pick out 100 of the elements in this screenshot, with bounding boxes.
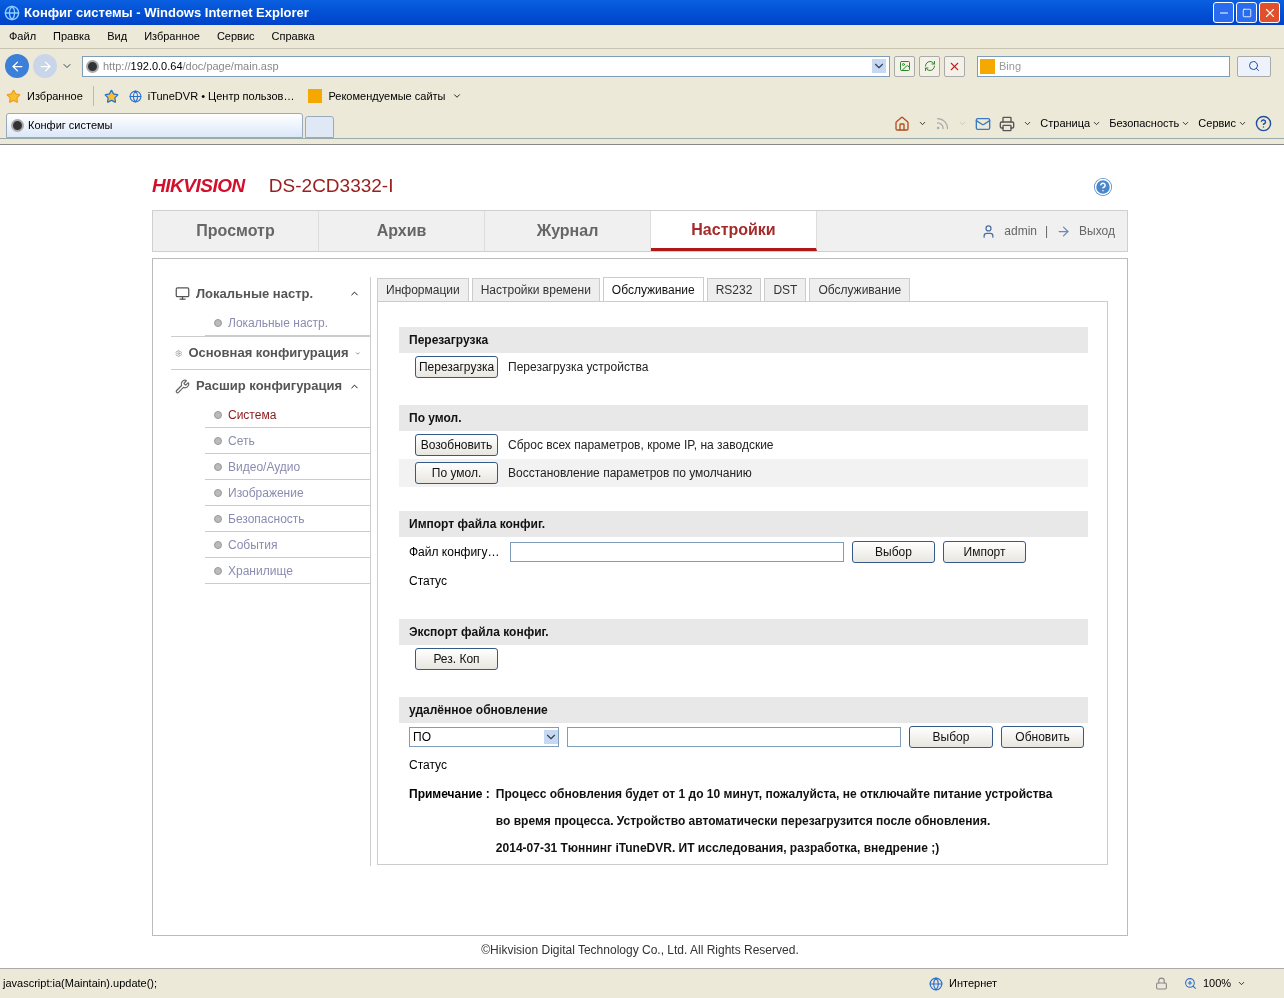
back-arrow-icon — [9, 58, 25, 74]
copyright-text: ©Hikvision Digital Technology Co., Ltd. All Rights Reserved. — [481, 942, 799, 959]
form-button[interactable]: Импорт — [943, 541, 1026, 563]
menu-item[interactable]: Справка — [271, 28, 315, 45]
refresh-icon — [923, 60, 936, 72]
nav-tab[interactable]: Просмотр — [153, 211, 319, 251]
note-text: 2014-07-31 Тюннинг iTuneDVR. ИТ исследования, разработка, внедрение ;) — [495, 840, 941, 857]
sidebar-group[interactable]: Расшир конфигурация — [171, 369, 370, 402]
globe-icon — [929, 976, 943, 991]
page-icon — [898, 60, 911, 72]
form-button[interactable]: Возобновить — [415, 434, 498, 456]
close-button[interactable] — [1259, 2, 1280, 23]
search-icon — [1248, 60, 1260, 72]
forward-arrow-icon — [37, 58, 53, 74]
section-header: По умол. — [399, 405, 1088, 431]
form-button[interactable]: Выбор — [909, 726, 993, 748]
caret-icon — [1023, 119, 1033, 128]
form-button[interactable]: Рез. Коп — [415, 648, 498, 670]
nav-tab[interactable]: Архив — [319, 211, 485, 251]
feed-icon[interactable] — [935, 116, 951, 131]
note-label: Примечание : — [409, 786, 490, 802]
menu-item[interactable]: Избранное — [144, 28, 200, 45]
caret-icon — [918, 119, 928, 128]
settings-tab[interactable]: DST — [764, 278, 807, 302]
section-header: Импорт файла конфиг. — [399, 511, 1088, 537]
sidebar-group[interactable]: Локальные настр. — [171, 277, 370, 310]
stop-button[interactable] — [944, 55, 965, 77]
settings-tab[interactable]: Информации — [377, 278, 469, 302]
add-favorite-icon[interactable] — [103, 88, 119, 104]
home-icon[interactable] — [894, 115, 911, 132]
status-text: javascript:ia(Maintain).update(); — [3, 976, 159, 992]
file-path-field[interactable] — [567, 727, 901, 747]
logout-arrow-icon[interactable] — [1056, 223, 1072, 239]
wrench-icon — [175, 378, 190, 394]
description-text: Перезагрузка устройства — [508, 359, 649, 376]
settings-tab[interactable]: Обслуживание — [602, 277, 704, 302]
type-select[interactable]: ПО — [409, 727, 559, 747]
window-title: Конфиг системы - Windows Internet Explorer — [24, 3, 309, 22]
note-text: Процесс обновления будет от 1 до 10 минут, пожалуйста, не отключайте питание устройства — [495, 786, 1053, 803]
restore-button[interactable] — [1236, 2, 1257, 23]
favorite-link[interactable]: iTuneDVR • Центр пользов… — [147, 87, 295, 105]
caret-icon — [1181, 119, 1191, 128]
model-name: DS-2CD3332-I — [268, 174, 394, 199]
caret-icon — [1238, 119, 1247, 128]
favorite-link[interactable]: Рекомендуемые сайты — [328, 87, 446, 105]
mail-icon[interactable] — [975, 115, 992, 132]
user-icon — [981, 223, 997, 239]
sidebar-item[interactable]: Система — [205, 402, 370, 428]
menu-item[interactable]: Правка — [53, 28, 91, 45]
zoom-icon — [1184, 977, 1197, 990]
brand-logo: HIKVISION — [152, 174, 245, 199]
zone-text: Интернет — [949, 976, 998, 992]
printer-icon[interactable] — [999, 115, 1016, 132]
menu-item[interactable]: Вид — [107, 28, 128, 45]
new-tab-button[interactable] — [305, 116, 334, 138]
menu-item[interactable]: Сервис — [216, 28, 255, 45]
form-button[interactable]: Перезагрузка — [415, 356, 498, 378]
form-button[interactable]: Выбор — [852, 541, 935, 563]
search-button[interactable] — [1237, 55, 1271, 77]
ie-page-icon — [128, 89, 142, 103]
browser-tab[interactable]: Конфиг системы — [6, 113, 303, 138]
minimize-button[interactable] — [1213, 2, 1234, 23]
camera-site-icon — [86, 59, 99, 73]
protected-mode-icon[interactable] — [1155, 977, 1168, 990]
help-icon[interactable] — [1255, 115, 1272, 132]
form-button[interactable]: Обновить — [1001, 726, 1084, 748]
command-menu[interactable]: Страница — [1040, 115, 1091, 132]
restore-icon — [1241, 7, 1252, 18]
back-button[interactable] — [5, 54, 29, 78]
bing-logo-icon — [308, 89, 323, 103]
caret-icon — [451, 91, 462, 101]
command-menu[interactable]: Безопасность — [1109, 115, 1180, 132]
menu-item[interactable]: Файл — [9, 28, 37, 45]
favorites-button[interactable]: Избранное — [27, 87, 83, 105]
form-button[interactable]: По умол. — [415, 462, 498, 484]
caret-icon — [1092, 119, 1102, 128]
status-label: Статус — [409, 757, 447, 774]
star-icon — [6, 88, 21, 104]
description-text: Сброс всех параметров, кроме IP, на заводские — [508, 437, 774, 454]
zoom-level[interactable]: 100% — [1203, 975, 1232, 992]
refresh-button[interactable] — [919, 55, 940, 77]
section-header: удалённое обновление — [399, 697, 1088, 723]
settings-tab[interactable]: Настройки времени — [471, 278, 600, 302]
logout-link[interactable]: Выход — [1079, 222, 1115, 240]
address-dropdown-icon[interactable] — [872, 59, 886, 73]
username: admin — [1004, 223, 1037, 240]
url-text: http://192.0.0.64/doc/page/main.asp — [103, 58, 279, 74]
settings-tab[interactable]: RS232 — [706, 278, 762, 302]
nav-tab[interactable]: Настройки — [651, 211, 817, 251]
address-field[interactable]: http://192.0.0.64/doc/page/main.asp — [82, 55, 890, 77]
settings-tab[interactable]: Обслуживание — [809, 278, 911, 302]
sidebar-group[interactable]: Основная конфигурация — [171, 336, 370, 369]
caret-icon — [1237, 979, 1247, 988]
file-path-field[interactable] — [510, 542, 844, 562]
dropdown-icon — [544, 730, 558, 744]
command-menu[interactable]: Сервис — [1198, 115, 1236, 132]
section-header: Экспорт файла конфиг. — [399, 619, 1088, 645]
section-header: Перезагрузка — [399, 327, 1088, 353]
note-text: во время процесса. Устройство автоматически перезагрузится после обновления. — [495, 813, 992, 830]
compatibility-button[interactable] — [894, 55, 915, 77]
